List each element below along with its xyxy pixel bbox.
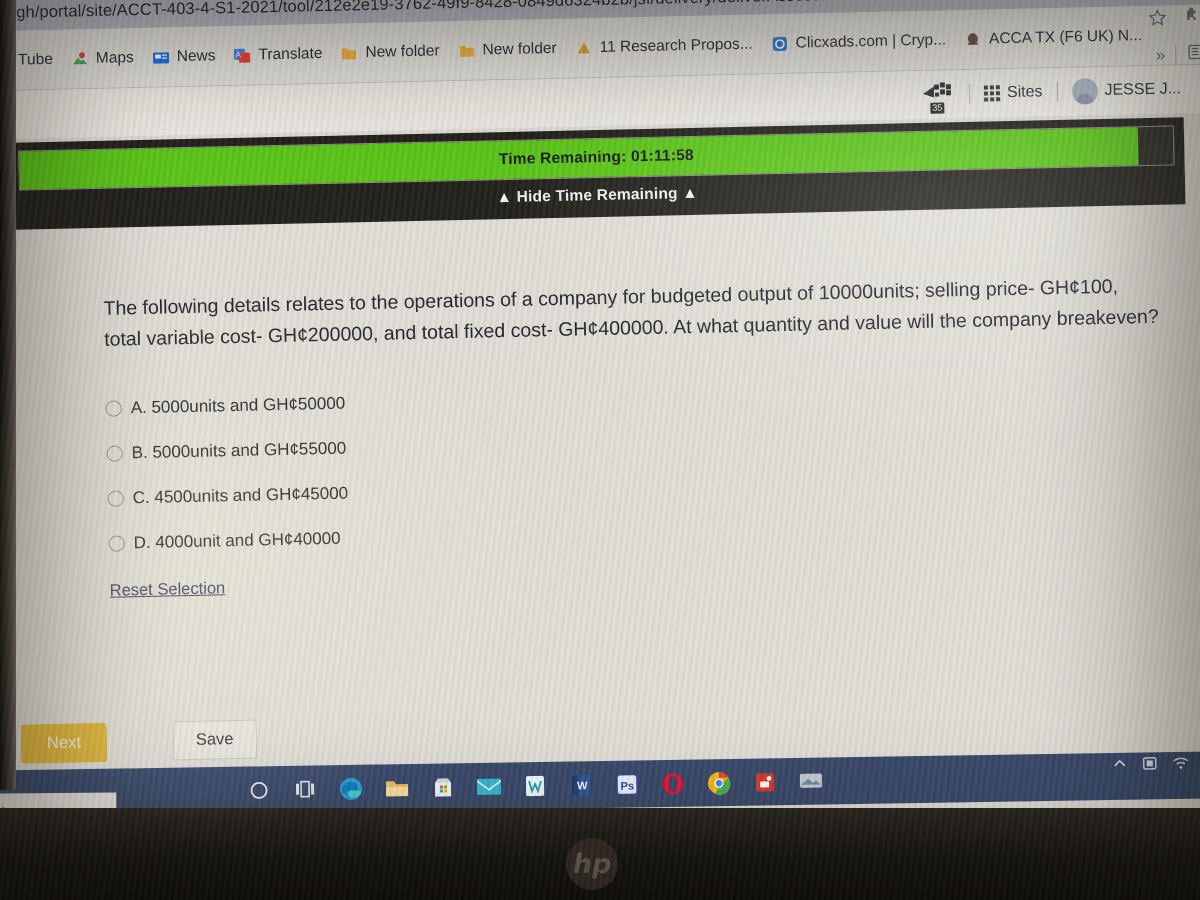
wifi-icon[interactable] (1172, 754, 1190, 777)
bookmark-label: 11 Research Propos... (599, 35, 753, 56)
file-explorer-icon[interactable] (374, 764, 421, 811)
translate-icon: A (233, 46, 251, 64)
edge-icon[interactable] (328, 765, 375, 812)
radio-option-a[interactable] (105, 399, 122, 417)
maps-icon (71, 50, 89, 68)
save-button[interactable]: Save (172, 719, 257, 761)
assessment-body: The following details relates to the ope… (0, 244, 1200, 798)
bookmark-star-icon[interactable] (1147, 8, 1168, 33)
photoshop-icon[interactable]: Ps (604, 761, 651, 808)
word-icon[interactable]: W (558, 761, 605, 808)
bookmark-label: New folder (365, 41, 440, 61)
overflow-chevron-icon[interactable]: » (1156, 45, 1166, 65)
avatar (1071, 78, 1098, 105)
bookmark-new-folder-1[interactable]: New folder (331, 38, 449, 67)
task-view-icon[interactable] (282, 766, 329, 813)
bookmark-label: Clicxads.com | Cryp... (795, 30, 947, 52)
next-button[interactable]: Next (20, 722, 108, 764)
browser-toolbar-overflow: » (1156, 43, 1200, 67)
user-menu[interactable]: JESSE J... (1057, 76, 1195, 105)
notification-count-badge: 35 (930, 101, 945, 114)
bookmark-new-folder-2[interactable]: New folder (448, 35, 566, 64)
laptop-bottom-bezel: hp (0, 808, 1200, 900)
assessment-actions: Next Save (20, 719, 257, 764)
folder-icon (457, 41, 475, 59)
microsoft-store-icon[interactable] (420, 764, 467, 811)
display-icon[interactable] (1141, 754, 1159, 777)
folder-icon (340, 44, 358, 62)
bookmark-translate[interactable]: A Translate (224, 40, 332, 68)
sites-button[interactable]: Sites (970, 83, 1057, 103)
clicxads-icon (770, 34, 788, 52)
bookmark-clicxads[interactable]: Clicxads.com | Cryp... (761, 27, 955, 57)
divider (1175, 44, 1177, 65)
screen-area: du.gh/portal/site/ACCT-403-4-S1-2021/too… (0, 0, 1200, 850)
bookmark-label: Translate (258, 44, 323, 63)
news-icon (152, 48, 170, 66)
weather-icon[interactable] (788, 758, 835, 805)
svg-text:W: W (577, 780, 588, 792)
radio-option-d[interactable] (108, 534, 125, 552)
question-text: The following details relates to the ope… (103, 275, 1159, 351)
bookmark-label: Maps (95, 48, 134, 67)
notifications-button[interactable]: 35 (907, 79, 970, 114)
bookmark-acca-tx[interactable]: ACCA TX (F6 UK) N... (955, 22, 1152, 52)
chrome-icon[interactable] (696, 759, 743, 806)
bookmark-label: Tube (17, 50, 54, 69)
laptop-screen-photo: du.gh/portal/site/ACCT-403-4-S1-2021/too… (0, 0, 1200, 900)
bookmark-label: News (176, 46, 216, 65)
bookmark-research-proposal[interactable]: 11 Research Propos... (565, 31, 762, 61)
grid-icon (983, 85, 1001, 102)
svg-text:Ps: Ps (620, 780, 634, 792)
option-label: B. 5000units and GH¢55000 (131, 438, 347, 462)
browser-toolbar-right (1147, 7, 1200, 33)
answer-options: A. 5000units and GH¢50000 B. 5000units a… (105, 362, 1179, 565)
opera-icon[interactable] (650, 760, 697, 807)
reading-list-icon[interactable] (1186, 43, 1200, 66)
assessment-page: 35 Sites JESSE J... Time Remaining: 01:1… (0, 64, 1200, 850)
wps-office-icon[interactable] (512, 762, 559, 809)
bookmark-label: ACCA TX (F6 UK) N... (988, 26, 1143, 47)
reset-selection-link[interactable]: Reset Selection (109, 579, 225, 601)
svg-text:A: A (236, 50, 242, 59)
mail-icon[interactable] (466, 763, 513, 810)
bookmark-maps[interactable]: Maps (62, 44, 143, 72)
show-hidden-icons-icon[interactable] (1112, 756, 1128, 777)
acca-icon (964, 30, 982, 48)
user-name-label: JESSE J... (1104, 80, 1182, 99)
extensions-puzzle-icon[interactable] (1181, 7, 1200, 32)
bookmark-news[interactable]: News (142, 43, 224, 71)
hp-logo: hp (566, 838, 618, 890)
option-label: C. 4500units and GH¢45000 (132, 483, 349, 507)
notifications-icon: 35 (921, 80, 956, 114)
pdf-icon (574, 39, 592, 57)
option-label: A. 5000units and GH¢50000 (130, 393, 346, 417)
bookmark-label: New folder (482, 39, 557, 58)
cortana-icon[interactable] (236, 767, 283, 814)
option-label: D. 4000unit and GH¢40000 (133, 528, 341, 552)
pdf-reader-icon[interactable] (742, 759, 789, 806)
radio-option-b[interactable] (106, 444, 123, 462)
system-tray: 11:51 AM 3/18/202 (1112, 753, 1200, 778)
screen-left-bezel (0, 0, 16, 790)
radio-option-c[interactable] (107, 489, 124, 507)
sites-label: Sites (1006, 83, 1043, 102)
